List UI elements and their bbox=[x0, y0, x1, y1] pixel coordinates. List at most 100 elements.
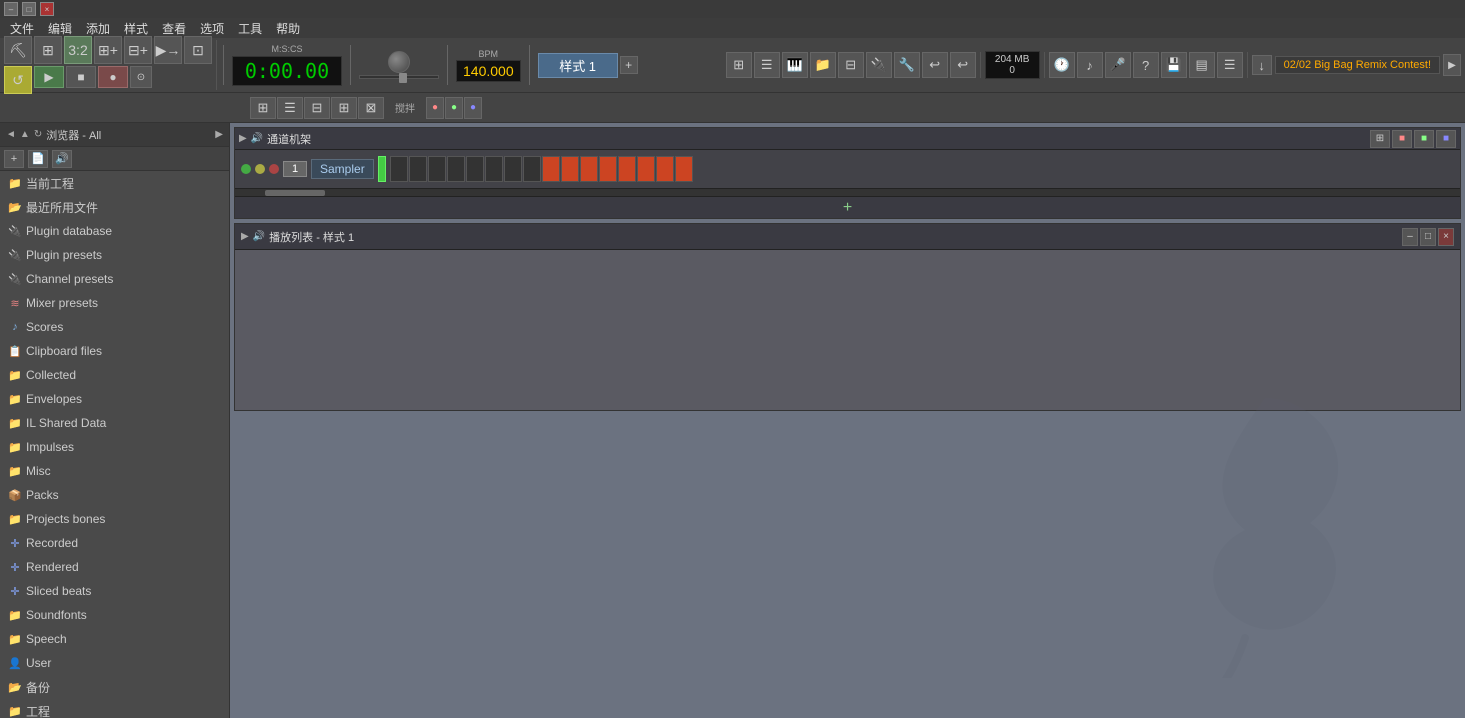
clock-icon[interactable]: 🕐 bbox=[1049, 52, 1075, 78]
rack-grid-btn[interactable]: ⊞ bbox=[1370, 130, 1390, 148]
nav-up-btn[interactable]: ▲ bbox=[20, 129, 30, 140]
sidebar-item-plugin-presets[interactable]: 🔌 Plugin presets bbox=[0, 243, 229, 267]
rack-pad-8[interactable] bbox=[523, 156, 541, 182]
settings-icon[interactable]: ☰ bbox=[1217, 52, 1243, 78]
open-btn[interactable]: ⊞ bbox=[34, 36, 62, 64]
sidebar-item-backup[interactable]: 📂 备份 bbox=[0, 675, 229, 699]
rack-pad-3[interactable] bbox=[428, 156, 446, 182]
sidebar-item-impulses[interactable]: 📁 Impulses bbox=[0, 435, 229, 459]
record-button[interactable]: ● bbox=[98, 66, 128, 88]
time-display[interactable]: 0:00.00 bbox=[232, 56, 342, 86]
nav-forward-btn[interactable]: ↻ bbox=[34, 129, 42, 140]
browser-add-btn[interactable]: + bbox=[4, 150, 24, 168]
help-icon[interactable]: ? bbox=[1133, 52, 1159, 78]
close-button[interactable]: × bbox=[40, 2, 54, 16]
mixer-btn-1[interactable]: ● bbox=[426, 97, 444, 119]
piano-roll-icon[interactable]: 🎹 bbox=[782, 52, 808, 78]
export-btn[interactable]: ▶→ bbox=[154, 36, 182, 64]
nav-back-btn[interactable]: ◄ bbox=[6, 129, 16, 140]
mixer-icon[interactable]: ⊟ bbox=[838, 52, 864, 78]
rack-pad-9[interactable] bbox=[542, 156, 560, 182]
piano-roll-btn[interactable]: ⊞+ bbox=[94, 36, 122, 64]
stop-button[interactable]: ■ bbox=[66, 66, 96, 88]
sidebar-item-channel-presets[interactable]: 🔌 Channel presets bbox=[0, 267, 229, 291]
mixer-btn-2[interactable]: ● bbox=[445, 97, 463, 119]
rack-scrollbar[interactable] bbox=[235, 188, 1460, 196]
redo-icon[interactable]: ↩ bbox=[950, 52, 976, 78]
contest-label[interactable]: 02/02 Big Bag Remix Contest! bbox=[1275, 56, 1440, 74]
playlist-speaker-btn[interactable]: 🔊 bbox=[253, 231, 265, 242]
mixer-btn[interactable]: ⊟+ bbox=[124, 36, 152, 64]
sidebar-item-clipboard[interactable]: 📋 Clipboard files bbox=[0, 339, 229, 363]
menu-tools[interactable]: 工具 bbox=[232, 18, 268, 39]
new-project-btn[interactable]: ⛏ bbox=[4, 36, 32, 64]
rack-rgb-btn[interactable]: ■ bbox=[1392, 130, 1412, 148]
mode-button[interactable]: ⊙ bbox=[130, 66, 152, 88]
menu-help[interactable]: 帮助 bbox=[270, 18, 306, 39]
mixer-btn-3[interactable]: ● bbox=[464, 97, 482, 119]
channel-rack-icon[interactable]: ⊞ bbox=[726, 52, 752, 78]
master-volume-slider[interactable] bbox=[359, 75, 439, 79]
rack-pad-10[interactable] bbox=[561, 156, 579, 182]
rack-pad-16[interactable] bbox=[675, 156, 693, 182]
rack-dot-yellow[interactable] bbox=[255, 164, 265, 174]
sidebar-item-mixer-presets[interactable]: ≋ Mixer presets bbox=[0, 291, 229, 315]
save-project-btn[interactable]: ↓ bbox=[1252, 55, 1272, 75]
rack-pad-5[interactable] bbox=[466, 156, 484, 182]
ch-view-btn-2[interactable]: ☰ bbox=[277, 97, 303, 119]
sidebar-item-user[interactable]: 👤 User bbox=[0, 651, 229, 675]
add-channel-btn[interactable]: + bbox=[235, 196, 1460, 218]
sidebar-item-recent[interactable]: 📂 最近所用文件 bbox=[0, 195, 229, 219]
contest-next-btn[interactable]: ▶ bbox=[1443, 54, 1461, 76]
ch-view-btn-3[interactable]: ⊟ bbox=[304, 97, 330, 119]
pattern-add-btn[interactable]: + bbox=[620, 56, 638, 74]
record-btn[interactable]: ⊡ bbox=[184, 36, 212, 64]
automation-icon[interactable]: 🔧 bbox=[894, 52, 920, 78]
sidebar-item-rendered[interactable]: ✛ Rendered bbox=[0, 555, 229, 579]
sidebar-item-projects[interactable]: 📁 工程 bbox=[0, 699, 229, 718]
minimize-button[interactable]: – bbox=[4, 2, 18, 16]
sidebar-item-scores[interactable]: ♪ Scores bbox=[0, 315, 229, 339]
loop-btn[interactable]: ↺ bbox=[4, 66, 32, 94]
browser-file-btn[interactable]: 📄 bbox=[28, 150, 48, 168]
sidebar-item-shared-data[interactable]: 📁 IL Shared Data bbox=[0, 411, 229, 435]
sidebar-item-projects-bones[interactable]: 📁 Projects bones bbox=[0, 507, 229, 531]
sidebar-item-plugin-db[interactable]: 🔌 Plugin database bbox=[0, 219, 229, 243]
rack-rgb-btn3[interactable]: ■ bbox=[1436, 130, 1456, 148]
sidebar-item-sliced-beats[interactable]: ✛ Sliced beats bbox=[0, 579, 229, 603]
midi-icon[interactable]: ♪ bbox=[1077, 52, 1103, 78]
rack-rgb-btn2[interactable]: ■ bbox=[1414, 130, 1434, 148]
ch-view-btn-1[interactable]: ⊞ bbox=[250, 97, 276, 119]
save-icon[interactable]: 💾 bbox=[1161, 52, 1187, 78]
ch-view-btn-4[interactable]: ⊞ bbox=[331, 97, 357, 119]
sidebar-item-current-project[interactable]: 📁 当前工程 bbox=[0, 171, 229, 195]
restore-button[interactable]: □ bbox=[22, 2, 36, 16]
master-volume-knob[interactable] bbox=[388, 51, 410, 73]
sidebar-item-speech[interactable]: 📁 Speech bbox=[0, 627, 229, 651]
rack-pad-2[interactable] bbox=[409, 156, 427, 182]
ch-view-btn-5[interactable]: ⊠ bbox=[358, 97, 384, 119]
sampler-label[interactable]: Sampler bbox=[311, 159, 374, 179]
rack-pad-14[interactable] bbox=[637, 156, 655, 182]
sidebar-item-collected[interactable]: 📁 Collected bbox=[0, 363, 229, 387]
plugin-picker-icon[interactable]: 🔌 bbox=[866, 52, 892, 78]
sidebar-item-misc[interactable]: 📁 Misc bbox=[0, 459, 229, 483]
sidebar-item-envelopes[interactable]: 📁 Envelopes bbox=[0, 387, 229, 411]
rack-pad-6[interactable] bbox=[485, 156, 503, 182]
rack-dot-green[interactable] bbox=[241, 164, 251, 174]
audio-icon[interactable]: 🎤 bbox=[1105, 52, 1131, 78]
bpm-display[interactable]: 140.000 bbox=[456, 60, 521, 82]
playlist-minimize-btn[interactable]: – bbox=[1402, 228, 1418, 246]
playlist-restore-btn[interactable]: □ bbox=[1420, 228, 1436, 246]
rack-scrollbar-thumb[interactable] bbox=[265, 190, 325, 196]
playlist-expand-arrow[interactable]: ▶ bbox=[241, 231, 249, 242]
play-button[interactable]: ▶ bbox=[34, 66, 64, 88]
undo-icon[interactable]: ↩ bbox=[922, 52, 948, 78]
rack-pad-1[interactable] bbox=[390, 156, 408, 182]
render-icon[interactable]: ▤ bbox=[1189, 52, 1215, 78]
rack-dot-red[interactable] bbox=[269, 164, 279, 174]
sidebar-item-soundfonts[interactable]: 📁 Soundfonts bbox=[0, 603, 229, 627]
sidebar-item-packs[interactable]: 📦 Packs bbox=[0, 483, 229, 507]
rack-speaker-btn[interactable]: 🔊 bbox=[251, 133, 263, 144]
rack-pad-13[interactable] bbox=[618, 156, 636, 182]
